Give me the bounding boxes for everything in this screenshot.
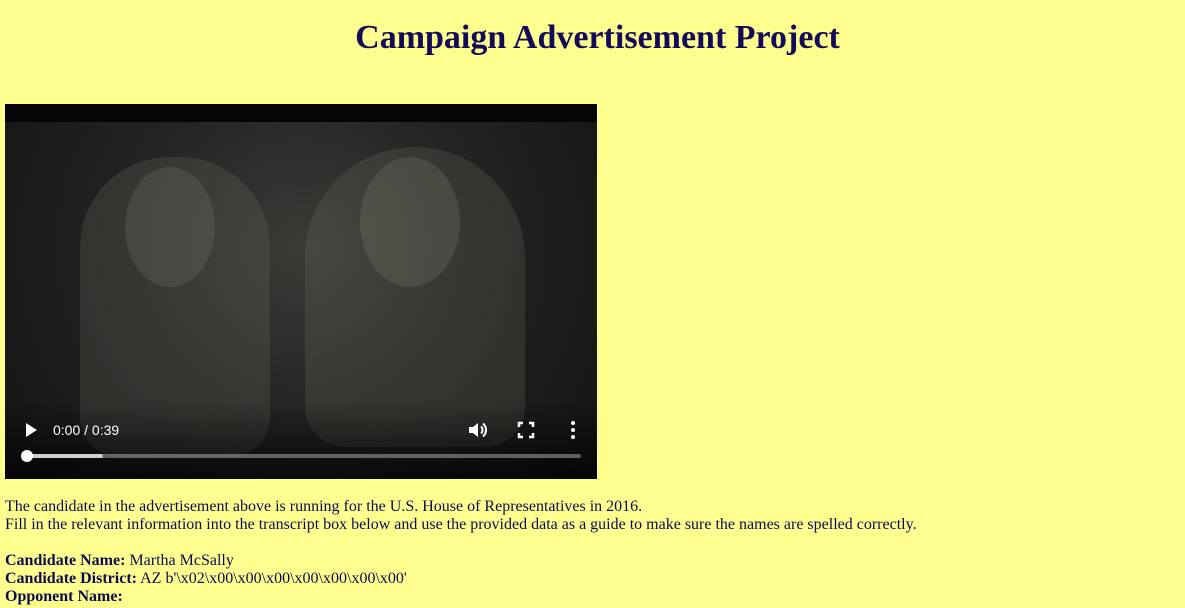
page-title: Campaign Advertisement Project (355, 19, 840, 56)
opponent-name-row: Opponent Name: (5, 588, 1155, 606)
volume-button[interactable] (466, 418, 490, 442)
candidate-name-value: Martha McSally (129, 552, 234, 569)
fullscreen-button[interactable] (514, 418, 538, 442)
opponent-name-label: Opponent Name: (5, 588, 123, 605)
video-controls (5, 401, 597, 479)
more-vertical-icon (571, 421, 575, 439)
video-face-left (125, 167, 215, 287)
candidate-district-label: Candidate District: (5, 570, 137, 587)
play-button[interactable] (23, 421, 45, 441)
candidate-district-value: AZ b'\x02\x00\x00\x00\x00\x00\x00\x00' (140, 570, 407, 587)
video-time: 0:00 / 0:39 (53, 422, 120, 438)
volume-icon (469, 422, 487, 438)
video-seek-handle[interactable] (21, 450, 33, 462)
video-player[interactable]: 0:00 / 0:39 (5, 104, 597, 479)
candidate-district-row: Candidate District: AZ b'\x02\x00\x00\x0… (5, 570, 1155, 588)
video-progress-track[interactable] (21, 450, 581, 462)
instruction-line-1: The candidate in the advertisement above… (5, 498, 643, 515)
more-options-button[interactable] (565, 418, 581, 442)
candidate-information: The candidate in the advertisement above… (5, 498, 1155, 606)
video-face-right (360, 157, 460, 287)
video-buffer-bar (25, 454, 103, 458)
candidate-name-label: Candidate Name: (5, 552, 126, 569)
fullscreen-icon (517, 421, 535, 439)
instruction-line-2: Fill in the relevant information into th… (5, 516, 917, 533)
candidate-name-row: Candidate Name: Martha McSally (5, 552, 1155, 570)
